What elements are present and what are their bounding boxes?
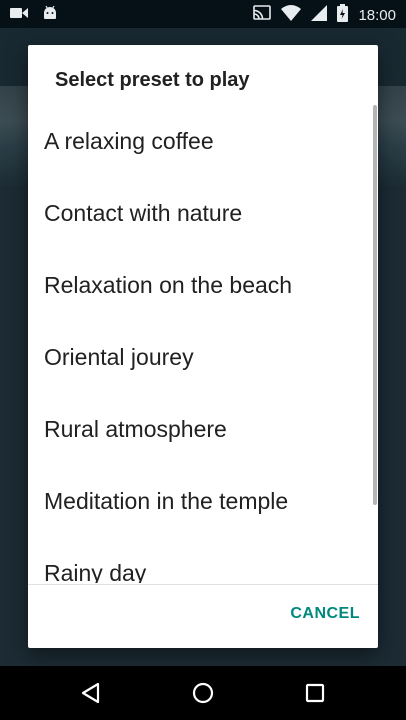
preset-item[interactable]: Relaxation on the beach xyxy=(28,249,378,321)
cancel-button[interactable]: CANCEL xyxy=(290,605,360,629)
scrollbar-thumb[interactable] xyxy=(373,105,377,505)
preset-item[interactable]: Rainy day xyxy=(28,537,378,584)
preset-item[interactable]: Rural atmosphere xyxy=(28,393,378,465)
home-icon[interactable] xyxy=(188,678,218,708)
preset-item[interactable]: A relaxing coffee xyxy=(28,105,378,177)
list-scrollbar[interactable] xyxy=(372,105,378,583)
preset-item[interactable]: Oriental jourey xyxy=(28,321,378,393)
dialog-title: Select preset to play xyxy=(55,69,250,91)
android-icon xyxy=(42,5,58,26)
video-camera-icon xyxy=(10,6,28,25)
dialog-divider xyxy=(28,584,378,585)
cast-icon xyxy=(253,5,272,26)
battery-icon xyxy=(337,4,349,27)
preset-dialog: Select preset to play A relaxing coffee … xyxy=(28,45,378,648)
clock: 18:00 xyxy=(358,7,396,24)
status-bar: 18:00 xyxy=(0,0,406,28)
preset-list[interactable]: A relaxing coffee Contact with nature Re… xyxy=(28,105,378,584)
recents-icon[interactable] xyxy=(300,678,330,708)
signal-icon xyxy=(311,5,328,26)
preset-item[interactable]: Meditation in the temple xyxy=(28,465,378,537)
back-icon[interactable] xyxy=(76,678,106,708)
navigation-bar xyxy=(0,666,406,720)
wifi-icon xyxy=(281,5,302,26)
preset-item[interactable]: Contact with nature xyxy=(28,177,378,249)
